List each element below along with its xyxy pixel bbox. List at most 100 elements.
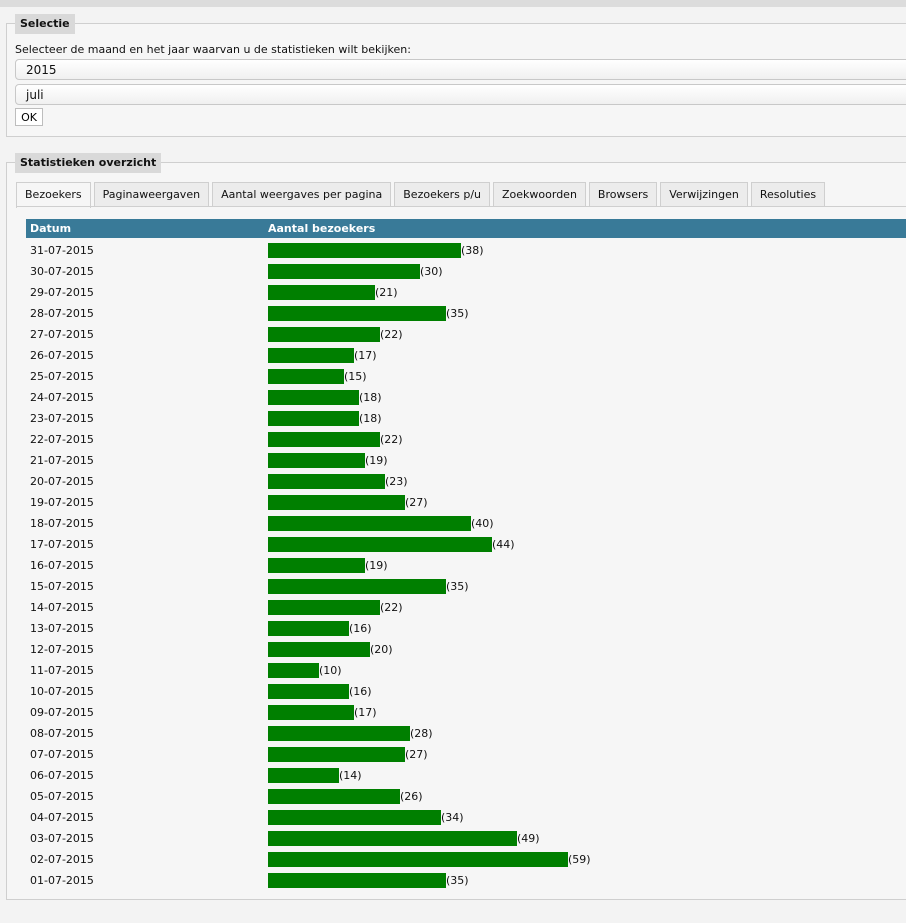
- tab-bezoekers[interactable]: Bezoekers: [16, 182, 91, 208]
- statistics-legend: Statistieken overzicht: [15, 153, 162, 173]
- visitor-bar: [268, 705, 354, 720]
- date-cell: 26-07-2015: [30, 349, 94, 362]
- visitor-count-label: (34): [441, 811, 464, 824]
- visitor-bar: [268, 516, 471, 531]
- visitor-count-label: (22): [380, 601, 403, 614]
- date-cell: 17-07-2015: [30, 538, 94, 551]
- selection-prompt: Selecteer de maand en het jaar waarvan u…: [15, 43, 411, 56]
- visitor-count-label: (15): [344, 370, 367, 383]
- month-select[interactable]: juli: [15, 84, 906, 105]
- ok-button[interactable]: OK: [15, 108, 43, 126]
- visitor-count-label: (10): [319, 664, 342, 677]
- visitor-bar: [268, 747, 405, 762]
- date-cell: 25-07-2015: [30, 370, 94, 383]
- table-row: 13-07-2015 (16): [26, 618, 906, 639]
- visitor-count-label: (30): [420, 265, 443, 278]
- table-row: 24-07-2015 (18): [26, 387, 906, 408]
- visitor-count-label: (27): [405, 748, 428, 761]
- table-row: 23-07-2015 (18): [26, 408, 906, 429]
- table-row: 21-07-2015 (19): [26, 450, 906, 471]
- date-cell: 05-07-2015: [30, 790, 94, 803]
- visitor-bar: [268, 873, 446, 888]
- date-cell: 06-07-2015: [30, 769, 94, 782]
- table-row: 09-07-2015 (17): [26, 702, 906, 723]
- table-row: 28-07-2015 (35): [26, 303, 906, 324]
- year-select[interactable]: 2015: [15, 59, 906, 80]
- visitor-count-label: (49): [517, 832, 540, 845]
- date-cell: 08-07-2015: [30, 727, 94, 740]
- date-cell: 27-07-2015: [30, 328, 94, 341]
- header-date: Datum: [30, 222, 72, 235]
- visitor-bar: [268, 474, 385, 489]
- visitor-bar: [268, 432, 380, 447]
- visitor-bar: [268, 684, 349, 699]
- visitor-bar: [268, 264, 420, 279]
- table-header: Datum Aantal bezoekers: [26, 219, 906, 238]
- date-cell: 23-07-2015: [30, 412, 94, 425]
- table-row: 06-07-2015 (14): [26, 765, 906, 786]
- tab-paginaweergaven[interactable]: Paginaweergaven: [93, 182, 210, 206]
- date-cell: 22-07-2015: [30, 433, 94, 446]
- table-row: 12-07-2015 (20): [26, 639, 906, 660]
- visitor-count-label: (16): [349, 685, 372, 698]
- visitor-bar: [268, 537, 492, 552]
- table-row: 01-07-2015 (35): [26, 870, 906, 891]
- visitor-bar: [268, 789, 400, 804]
- date-cell: 04-07-2015: [30, 811, 94, 824]
- table-row: 26-07-2015 (17): [26, 345, 906, 366]
- table-row: 25-07-2015 (15): [26, 366, 906, 387]
- table-row: 11-07-2015 (10): [26, 660, 906, 681]
- visitor-bar: [268, 453, 365, 468]
- tab-resoluties[interactable]: Resoluties: [750, 182, 826, 206]
- date-cell: 19-07-2015: [30, 496, 94, 509]
- table-row: 03-07-2015 (49): [26, 828, 906, 849]
- table-row: 27-07-2015 (22): [26, 324, 906, 345]
- tab-bezoekers-p-u[interactable]: Bezoekers p/u: [394, 182, 490, 206]
- date-cell: 18-07-2015: [30, 517, 94, 530]
- tab-zoekwoorden[interactable]: Zoekwoorden: [493, 182, 586, 206]
- date-cell: 12-07-2015: [30, 643, 94, 656]
- visitor-count-label: (23): [385, 475, 408, 488]
- date-cell: 14-07-2015: [30, 601, 94, 614]
- table-row: 04-07-2015 (34): [26, 807, 906, 828]
- visitor-count-label: (44): [492, 538, 515, 551]
- visitor-count-label: (35): [446, 580, 469, 593]
- visitor-bar: [268, 390, 359, 405]
- table-row: 02-07-2015 (59): [26, 849, 906, 870]
- date-cell: 03-07-2015: [30, 832, 94, 845]
- date-cell: 30-07-2015: [30, 265, 94, 278]
- date-cell: 13-07-2015: [30, 622, 94, 635]
- date-cell: 29-07-2015: [30, 286, 94, 299]
- date-cell: 09-07-2015: [30, 706, 94, 719]
- visitor-count-label: (26): [400, 790, 423, 803]
- visitor-bar: [268, 243, 461, 258]
- visitor-bar: [268, 810, 441, 825]
- visitor-bar: [268, 285, 375, 300]
- visitor-count-label: (22): [380, 328, 403, 341]
- table-row: 15-07-2015 (35): [26, 576, 906, 597]
- visitor-bar: [268, 831, 517, 846]
- tab-browsers[interactable]: Browsers: [588, 182, 658, 206]
- visitor-count-label: (16): [349, 622, 372, 635]
- tab-verwijzingen[interactable]: Verwijzingen: [660, 182, 748, 206]
- date-cell: 16-07-2015: [30, 559, 94, 572]
- date-cell: 10-07-2015: [30, 685, 94, 698]
- visitor-bar: [268, 600, 380, 615]
- visitor-bar: [268, 348, 354, 363]
- table-row: 19-07-2015 (27): [26, 492, 906, 513]
- table-row: 18-07-2015 (40): [26, 513, 906, 534]
- visitor-count-label: (19): [365, 559, 388, 572]
- tab-aantal-weergaves-per-pagina[interactable]: Aantal weergaves per pagina: [212, 182, 392, 206]
- table-row: 20-07-2015 (23): [26, 471, 906, 492]
- date-cell: 20-07-2015: [30, 475, 94, 488]
- statistics-panel: Statistieken overzicht Bezoekers Paginawe…: [6, 153, 906, 900]
- visitor-bar: [268, 558, 365, 573]
- tab-divider: [17, 206, 906, 207]
- visitor-bar: [268, 726, 410, 741]
- visitor-bar: [268, 663, 319, 678]
- tab-bar: Bezoekers Paginaweergaven Aantal weergaves…: [16, 182, 828, 208]
- visitor-bar: [268, 369, 344, 384]
- selection-legend: Selectie: [15, 14, 75, 34]
- table-row: 30-07-2015 (30): [26, 261, 906, 282]
- visitor-count-label: (19): [365, 454, 388, 467]
